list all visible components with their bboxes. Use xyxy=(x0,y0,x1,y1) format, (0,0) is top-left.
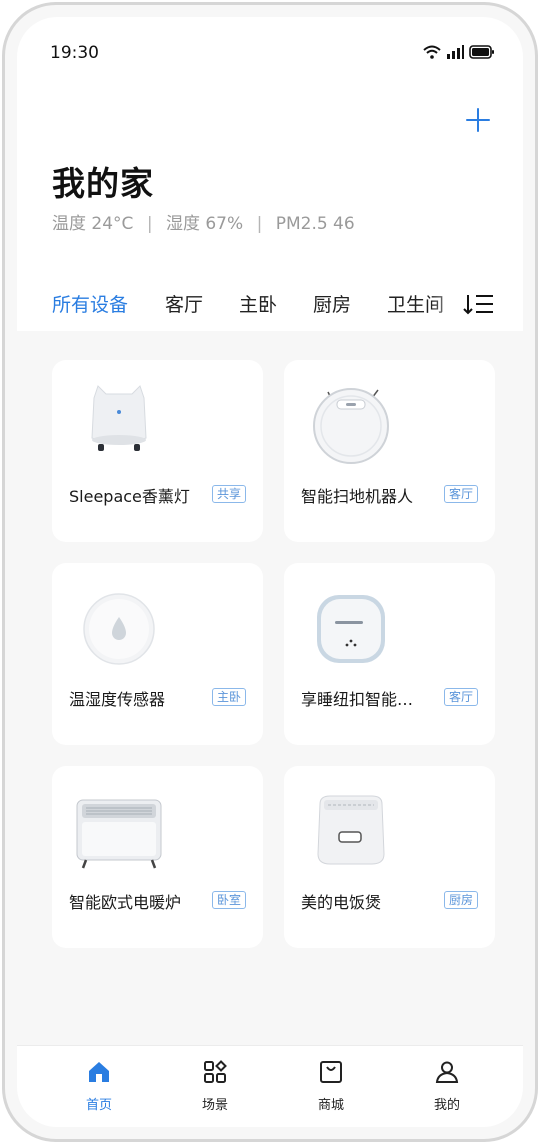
tab-master-bedroom[interactable]: 主卧 xyxy=(239,290,277,317)
tab-living-room[interactable]: 客厅 xyxy=(165,290,203,317)
tab-all-devices[interactable]: 所有设备 xyxy=(52,290,128,317)
device-name: 美的电饭煲 xyxy=(301,893,382,912)
humidity-reading: 湿度 67% xyxy=(165,214,244,234)
separator: | xyxy=(256,214,263,234)
room-tabs: 所有设备 客厅 主卧 厨房 卫生间 xyxy=(52,290,492,320)
device-name: 享睡纽扣智能… xyxy=(301,690,414,709)
temperature-reading: 温度 24°C xyxy=(52,214,134,234)
nav-scenes[interactable]: 场景 xyxy=(175,1046,255,1127)
device-name: 智能扫地机器人 xyxy=(301,487,414,506)
mall-icon xyxy=(320,1061,342,1083)
device-card[interactable]: 智能欧式电暖炉 卧室 xyxy=(52,766,263,948)
device-name: Sleepace香薰灯 xyxy=(69,487,190,506)
wifi-icon xyxy=(423,45,441,59)
device-name: 智能欧式电暖炉 xyxy=(69,893,182,912)
battery-icon xyxy=(469,45,494,59)
sort-icon[interactable] xyxy=(463,293,495,315)
app-screen: 19:30 我的家 温度 24°C | 湿度 67% | PM2.5 46 所有… xyxy=(17,17,523,1127)
rice-cooker-icon xyxy=(317,795,385,865)
separator: | xyxy=(146,214,153,234)
status-bar: 19:30 xyxy=(17,17,523,87)
home-icon xyxy=(89,1062,109,1082)
nav-profile-label: 我的 xyxy=(433,1098,460,1113)
device-card[interactable]: 享睡纽扣智能… 客厅 xyxy=(284,563,495,745)
device-name: 温湿度传感器 xyxy=(69,690,166,709)
device-card[interactable]: Sleepace香薰灯 共享 xyxy=(52,360,263,542)
nav-mall[interactable]: 商城 xyxy=(291,1046,371,1127)
environment-info: 温度 24°C | 湿度 67% | PM2.5 46 xyxy=(52,209,355,234)
room-tag: 厨房 xyxy=(443,891,478,909)
status-icons xyxy=(423,45,495,59)
device-card[interactable]: 美的电饭煲 厨房 xyxy=(284,766,495,948)
nav-mall-label: 商城 xyxy=(317,1098,344,1113)
phone-frame: 19:30 我的家 温度 24°C | 湿度 67% | PM2.5 46 所有… xyxy=(2,2,538,1142)
room-tag: 客厅 xyxy=(443,485,478,503)
bottom-nav: 首页 场景 商城 我的 xyxy=(17,1045,523,1127)
room-tag: 客厅 xyxy=(443,688,478,706)
add-device-button[interactable] xyxy=(463,105,495,137)
signal-icon xyxy=(447,45,464,59)
nav-profile[interactable]: 我的 xyxy=(407,1046,487,1127)
nav-scenes-label: 场景 xyxy=(201,1098,228,1113)
tab-kitchen[interactable]: 厨房 xyxy=(313,290,351,317)
nav-home-label: 首页 xyxy=(85,1098,112,1113)
home-title: 我的家 xyxy=(52,164,154,203)
scenes-icon xyxy=(204,1060,227,1083)
aroma-lamp-icon xyxy=(91,385,147,451)
device-card[interactable]: 温湿度传感器 主卧 xyxy=(52,563,263,745)
device-card[interactable]: 智能扫地机器人 客厅 xyxy=(284,360,495,542)
room-tag: 主卧 xyxy=(211,688,246,706)
room-tag: 卧室 xyxy=(211,891,246,909)
room-tag: 共享 xyxy=(211,485,246,503)
robot-vacuum-icon xyxy=(313,388,389,464)
nav-home[interactable]: 首页 xyxy=(59,1046,139,1127)
status-time: 19:30 xyxy=(50,43,99,63)
pm25-reading: PM2.5 46 xyxy=(275,214,355,234)
humidity-sensor-icon xyxy=(83,593,155,665)
sleep-button-icon xyxy=(317,595,385,663)
profile-icon xyxy=(435,1061,459,1083)
electric-heater-icon xyxy=(76,799,162,869)
